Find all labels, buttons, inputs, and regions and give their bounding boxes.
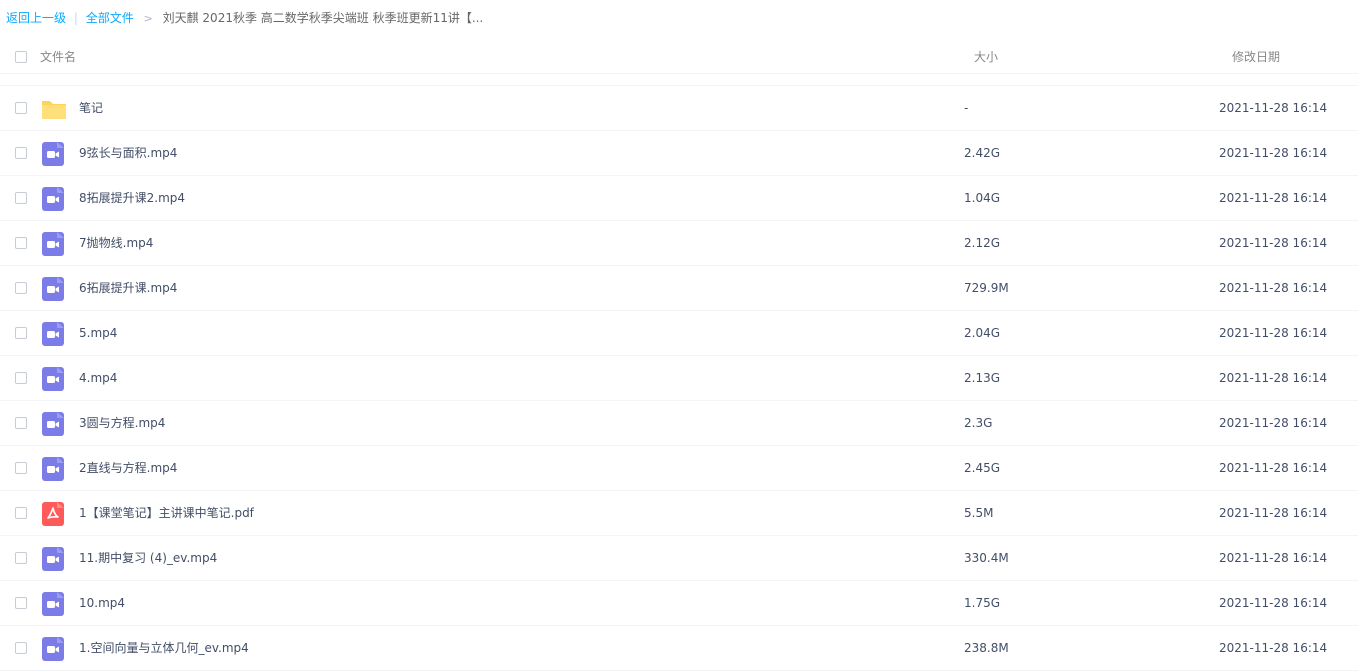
table-row[interactable]: 11.期中复习 (4)_ev.mp4 330.4M 2021-11-28 16:14 <box>0 536 1358 581</box>
file-name[interactable]: 1.空间向量与立体几何_ev.mp4 <box>79 640 249 656</box>
table-row[interactable]: 2直线与方程.mp4 2.45G 2021-11-28 16:14 <box>0 446 1358 491</box>
file-date: 2021-11-28 16:14 <box>1219 461 1328 475</box>
file-date: 2021-11-28 16:14 <box>1219 371 1328 385</box>
row-checkbox[interactable] <box>15 462 27 474</box>
table-row[interactable]: 1【课堂笔记】主讲课中笔记.pdf 5.5M 2021-11-28 16:14 <box>0 491 1358 536</box>
file-date: 2021-11-28 16:14 <box>1219 326 1328 340</box>
file-date: 2021-11-28 16:14 <box>1219 146 1328 160</box>
row-checkbox[interactable] <box>15 147 27 159</box>
video-file-icon <box>41 187 65 211</box>
row-checkbox[interactable] <box>15 282 27 294</box>
file-name[interactable]: 8拓展提升课2.mp4 <box>79 190 185 206</box>
video-file-icon <box>41 592 65 616</box>
row-checkbox[interactable] <box>15 642 27 654</box>
video-file-icon <box>41 142 65 166</box>
file-date: 2021-11-28 16:14 <box>1219 236 1328 250</box>
file-size: 2.04G <box>964 326 1001 340</box>
file-size: 2.12G <box>964 236 1001 250</box>
table-row[interactable]: 10.mp4 1.75G 2021-11-28 16:14 <box>0 581 1358 626</box>
row-checkbox[interactable] <box>15 237 27 249</box>
row-checkbox[interactable] <box>15 372 27 384</box>
video-file-icon <box>41 277 65 301</box>
file-size: 5.5M <box>964 506 994 520</box>
file-size: 2.13G <box>964 371 1001 385</box>
row-checkbox[interactable] <box>15 192 27 204</box>
file-size: 729.9M <box>964 281 1009 295</box>
file-size: 238.8M <box>964 641 1009 655</box>
pdf-file-icon <box>41 502 65 526</box>
file-name[interactable]: 2直线与方程.mp4 <box>79 460 177 476</box>
video-file-icon <box>41 457 65 481</box>
table-row[interactable]: 7抛物线.mp4 2.12G 2021-11-28 16:14 <box>0 221 1358 266</box>
file-size: 2.3G <box>964 416 993 430</box>
table-row[interactable]: 8拓展提升课2.mp4 1.04G 2021-11-28 16:14 <box>0 176 1358 221</box>
file-list: 笔记 - 2021-11-28 16:14 9弦长与面积.mp4 2.42G 2021-1… <box>0 85 1358 671</box>
header-date[interactable]: 修改日期 <box>1232 48 1280 65</box>
table-header: 文件名 大小 修改日期 <box>0 40 1358 74</box>
table-row[interactable]: 9弦长与面积.mp4 2.42G 2021-11-28 16:14 <box>0 131 1358 176</box>
breadcrumb-arrow: > <box>143 12 153 25</box>
file-size: 1.75G <box>964 596 1001 610</box>
file-size: - <box>964 101 969 115</box>
file-date: 2021-11-28 16:14 <box>1219 101 1328 115</box>
file-name[interactable]: 10.mp4 <box>79 595 125 611</box>
table-row[interactable]: 6拓展提升课.mp4 729.9M 2021-11-28 16:14 <box>0 266 1358 311</box>
video-file-icon <box>41 637 65 661</box>
file-size: 330.4M <box>964 551 1009 565</box>
row-checkbox[interactable] <box>15 552 27 564</box>
file-date: 2021-11-28 16:14 <box>1219 191 1328 205</box>
select-all-checkbox[interactable] <box>15 51 27 63</box>
current-folder-path: 刘天麒 2021秋季 高二数学秋季尖端班 秋季班更新11讲【... <box>162 11 484 25</box>
file-size: 2.42G <box>964 146 1001 160</box>
table-row[interactable]: 4.mp4 2.13G 2021-11-28 16:14 <box>0 356 1358 401</box>
header-name[interactable]: 文件名 <box>40 48 76 65</box>
file-size: 1.04G <box>964 191 1001 205</box>
file-date: 2021-11-28 16:14 <box>1219 416 1328 430</box>
row-checkbox[interactable] <box>15 327 27 339</box>
breadcrumb-separator: | <box>73 11 78 25</box>
row-checkbox[interactable] <box>15 597 27 609</box>
table-row[interactable]: 3圆与方程.mp4 2.3G 2021-11-28 16:14 <box>0 401 1358 446</box>
row-checkbox[interactable] <box>15 507 27 519</box>
row-checkbox[interactable] <box>15 417 27 429</box>
video-file-icon <box>41 367 65 391</box>
file-date: 2021-11-28 16:14 <box>1219 506 1328 520</box>
row-checkbox[interactable] <box>15 102 27 114</box>
file-name[interactable]: 11.期中复习 (4)_ev.mp4 <box>79 550 217 566</box>
breadcrumb: 返回上一级 | 全部文件 > 刘天麒 2021秋季 高二数学秋季尖端班 秋季班更… <box>6 9 483 27</box>
file-name[interactable]: 5.mp4 <box>79 325 117 341</box>
table-row[interactable]: 5.mp4 2.04G 2021-11-28 16:14 <box>0 311 1358 356</box>
folder-icon <box>41 97 66 121</box>
video-file-icon <box>41 322 65 346</box>
video-file-icon <box>41 412 65 436</box>
table-row[interactable]: 1.空间向量与立体几何_ev.mp4 238.8M 2021-11-28 16:14 <box>0 626 1358 671</box>
file-date: 2021-11-28 16:14 <box>1219 551 1328 565</box>
file-date: 2021-11-28 16:14 <box>1219 641 1328 655</box>
back-link[interactable]: 返回上一级 <box>6 11 66 25</box>
file-name[interactable]: 7抛物线.mp4 <box>79 235 153 251</box>
file-name[interactable]: 9弦长与面积.mp4 <box>79 145 177 161</box>
video-file-icon <box>41 232 65 256</box>
file-name[interactable]: 3圆与方程.mp4 <box>79 415 165 431</box>
file-name[interactable]: 4.mp4 <box>79 370 117 386</box>
file-name[interactable]: 笔记 <box>79 100 103 116</box>
video-file-icon <box>41 547 65 571</box>
header-size[interactable]: 大小 <box>974 48 998 65</box>
file-name[interactable]: 1【课堂笔记】主讲课中笔记.pdf <box>79 505 254 521</box>
file-size: 2.45G <box>964 461 1001 475</box>
file-date: 2021-11-28 16:14 <box>1219 596 1328 610</box>
file-name[interactable]: 6拓展提升课.mp4 <box>79 280 177 296</box>
file-date: 2021-11-28 16:14 <box>1219 281 1328 295</box>
all-files-link[interactable]: 全部文件 <box>86 11 134 25</box>
table-row[interactable]: 笔记 - 2021-11-28 16:14 <box>0 86 1358 131</box>
